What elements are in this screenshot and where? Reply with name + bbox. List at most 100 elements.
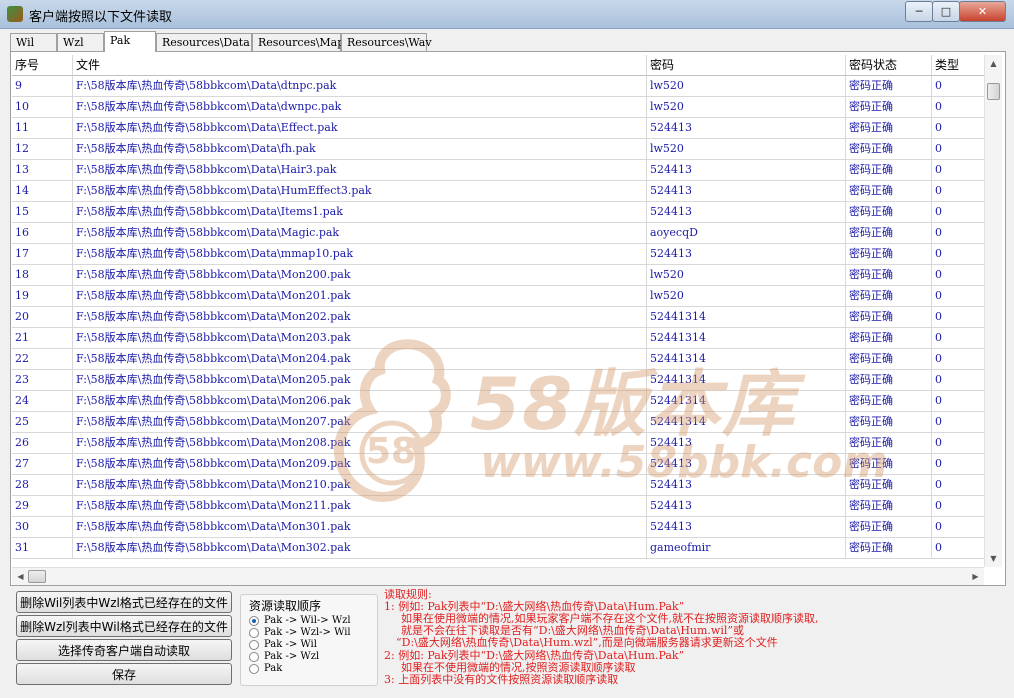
cell-file: F:\58版本库\热血传奇\58bbkcom\Data\Mon204.pak bbox=[73, 349, 647, 370]
table-row[interactable]: 18 F:\58版本库\热血传奇\58bbkcom\Data\Mon200.pak… bbox=[12, 265, 992, 286]
read-order-option-1[interactable]: Pak -> Wil-> Wzl bbox=[249, 615, 351, 627]
cell-type: 0 bbox=[932, 265, 992, 286]
cell-index: 24 bbox=[12, 391, 73, 412]
table-row[interactable]: 12 F:\58版本库\热血传奇\58bbkcom\Data\fh.pak lw52… bbox=[12, 139, 992, 160]
cell-password: 524413 bbox=[647, 202, 846, 223]
cell-type: 0 bbox=[932, 433, 992, 454]
read-order-option-3[interactable]: Pak -> Wil bbox=[249, 639, 317, 651]
table-row[interactable]: 19 F:\58版本库\热血传奇\58bbkcom\Data\Mon201.pak… bbox=[12, 286, 992, 307]
table-row[interactable]: 29 F:\58版本库\热血传奇\58bbkcom\Data\Mon211.pak… bbox=[12, 496, 992, 517]
vertical-scroll-thumb[interactable] bbox=[987, 83, 1000, 100]
table-row[interactable]: 27 F:\58版本库\热血传奇\58bbkcom\Data\Mon209.pak… bbox=[12, 454, 992, 475]
maximize-button[interactable]: □ bbox=[932, 1, 960, 22]
column-header-index[interactable]: 序号 bbox=[12, 55, 73, 76]
cell-password-status: 密码正确 bbox=[846, 412, 932, 433]
cell-index: 16 bbox=[12, 223, 73, 244]
table-row[interactable]: 24 F:\58版本库\热血传奇\58bbkcom\Data\Mon206.pak… bbox=[12, 391, 992, 412]
cell-type: 0 bbox=[932, 97, 992, 118]
table-row[interactable]: 26 F:\58版本库\热血传奇\58bbkcom\Data\Mon208.pak… bbox=[12, 433, 992, 454]
cell-file: F:\58版本库\热血传奇\58bbkcom\Data\Mon302.pak bbox=[73, 538, 647, 559]
horizontal-scroll-thumb[interactable] bbox=[28, 570, 46, 583]
scroll-up-icon[interactable]: ▲ bbox=[985, 55, 1002, 72]
cell-password-status: 密码正确 bbox=[846, 244, 932, 265]
table-row[interactable]: 23 F:\58版本库\热血传奇\58bbkcom\Data\Mon205.pak… bbox=[12, 370, 992, 391]
cell-password-status: 密码正确 bbox=[846, 517, 932, 538]
cell-password-status: 密码正确 bbox=[846, 265, 932, 286]
cell-type: 0 bbox=[932, 328, 992, 349]
table-row[interactable]: 13 F:\58版本库\热血传奇\58bbkcom\Data\Hair3.pak 5… bbox=[12, 160, 992, 181]
column-header-type[interactable]: 类型 bbox=[932, 55, 992, 76]
cell-type: 0 bbox=[932, 538, 992, 559]
cell-file: F:\58版本库\热血传奇\58bbkcom\Data\Mon211.pak bbox=[73, 496, 647, 517]
radio-icon[interactable] bbox=[249, 640, 259, 650]
read-order-option-2[interactable]: Pak -> Wzl-> Wil bbox=[249, 627, 351, 639]
cell-password: lw520 bbox=[647, 265, 846, 286]
cell-file: F:\58版本库\热血传奇\58bbkcom\Data\fh.pak bbox=[73, 139, 647, 160]
scroll-right-icon[interactable]: ▶ bbox=[967, 568, 984, 585]
tab-panel: 序号 文件 密码 密码状态 类型 9 F:\58版本库\热血传奇\58bbkcom… bbox=[10, 51, 1006, 586]
scroll-left-icon[interactable]: ◀ bbox=[12, 568, 29, 585]
radio-icon[interactable] bbox=[249, 652, 259, 662]
save-button[interactable]: 保存 bbox=[16, 663, 232, 685]
cell-file: F:\58版本库\热血传奇\58bbkcom\Data\Mon301.pak bbox=[73, 517, 647, 538]
table-row[interactable]: 11 F:\58版本库\热血传奇\58bbkcom\Data\Effect.pak… bbox=[12, 118, 992, 139]
cell-file: F:\58版本库\热血传奇\58bbkcom\Data\mmap10.pak bbox=[73, 244, 647, 265]
cell-password: lw520 bbox=[647, 76, 846, 97]
cell-file: F:\58版本库\热血传奇\58bbkcom\Data\Mon207.pak bbox=[73, 412, 647, 433]
vertical-scrollbar[interactable]: ▲ ▼ bbox=[984, 55, 1002, 567]
read-rules: 读取规则: 1: 例如: Pak列表中“D:\盛大网络\热血传奇\Data\Hu… bbox=[384, 589, 1004, 689]
scroll-down-icon[interactable]: ▼ bbox=[985, 550, 1002, 567]
table-row[interactable]: 28 F:\58版本库\热血传奇\58bbkcom\Data\Mon210.pak… bbox=[12, 475, 992, 496]
cell-file: F:\58版本库\热血传奇\58bbkcom\Data\Hair3.pak bbox=[73, 160, 647, 181]
cell-password: 524413 bbox=[647, 433, 846, 454]
table-row[interactable]: 16 F:\58版本库\热血传奇\58bbkcom\Data\Magic.pak a… bbox=[12, 223, 992, 244]
cell-password-status: 密码正确 bbox=[846, 223, 932, 244]
radio-icon[interactable] bbox=[249, 664, 259, 674]
cell-type: 0 bbox=[932, 391, 992, 412]
radio-icon[interactable] bbox=[249, 628, 259, 638]
table-row[interactable]: 22 F:\58版本库\热血传奇\58bbkcom\Data\Mon204.pak… bbox=[12, 349, 992, 370]
cell-password-status: 密码正确 bbox=[846, 139, 932, 160]
column-header-password[interactable]: 密码 bbox=[647, 55, 846, 76]
table-row[interactable]: 30 F:\58版本库\热血传奇\58bbkcom\Data\Mon301.pak… bbox=[12, 517, 992, 538]
cell-password-status: 密码正确 bbox=[846, 286, 932, 307]
cell-file: F:\58版本库\热血传奇\58bbkcom\Data\Items1.pak bbox=[73, 202, 647, 223]
cell-password-status: 密码正确 bbox=[846, 160, 932, 181]
cell-password-status: 密码正确 bbox=[846, 475, 932, 496]
cell-password-status: 密码正确 bbox=[846, 307, 932, 328]
table-row[interactable]: 10 F:\58版本库\热血传奇\58bbkcom\Data\dwnpc.pak l… bbox=[12, 97, 992, 118]
read-order-option-4[interactable]: Pak -> Wzl bbox=[249, 651, 319, 663]
table-row[interactable]: 31 F:\58版本库\热血传奇\58bbkcom\Data\Mon302.pak… bbox=[12, 538, 992, 559]
tab-resources-map[interactable]: Resources\Map bbox=[252, 33, 344, 51]
file-list[interactable]: 序号 文件 密码 密码状态 类型 9 F:\58版本库\热血传奇\58bbkcom… bbox=[12, 55, 992, 567]
tab-resources-wav[interactable]: Resources\Wav bbox=[341, 33, 432, 51]
cell-index: 21 bbox=[12, 328, 73, 349]
table-row[interactable]: 14 F:\58版本库\热血传奇\58bbkcom\Data\HumEffect3… bbox=[12, 181, 992, 202]
read-order-option-5[interactable]: Pak bbox=[249, 663, 282, 675]
column-header-file[interactable]: 文件 bbox=[73, 55, 647, 76]
tab-resources-data[interactable]: Resources\Data bbox=[156, 33, 252, 51]
table-row[interactable]: 17 F:\58版本库\热血传奇\58bbkcom\Data\mmap10.pak… bbox=[12, 244, 992, 265]
cell-password: 524413 bbox=[647, 496, 846, 517]
close-button[interactable]: ✕ bbox=[959, 1, 1006, 22]
delete-wil-duplicates-button[interactable]: 删除Wil列表中Wzl格式已经存在的文件 bbox=[16, 591, 232, 613]
tab-wzl[interactable]: Wzl bbox=[57, 33, 104, 51]
select-client-button[interactable]: 选择传奇客户端自动读取 bbox=[16, 639, 232, 661]
column-header-password-status[interactable]: 密码状态 bbox=[846, 55, 932, 76]
cell-type: 0 bbox=[932, 496, 992, 517]
tab-wil[interactable]: Wil bbox=[10, 33, 57, 51]
tab-pak[interactable]: Pak bbox=[104, 31, 156, 52]
horizontal-scrollbar[interactable]: ◀ ▶ bbox=[12, 567, 984, 585]
cell-type: 0 bbox=[932, 76, 992, 97]
minimize-button[interactable]: ─ bbox=[905, 1, 933, 22]
delete-wzl-duplicates-button[interactable]: 删除Wzl列表中Wil格式已经存在的文件 bbox=[16, 615, 232, 637]
table-row[interactable]: 21 F:\58版本库\热血传奇\58bbkcom\Data\Mon203.pak… bbox=[12, 328, 992, 349]
cell-password-status: 密码正确 bbox=[846, 370, 932, 391]
cell-index: 28 bbox=[12, 475, 73, 496]
table-row[interactable]: 15 F:\58版本库\热血传奇\58bbkcom\Data\Items1.pak… bbox=[12, 202, 992, 223]
radio-selected-icon[interactable] bbox=[249, 616, 259, 626]
rule-line: 3: 上面列表中没有的文件按照资源读取顺序读取 bbox=[384, 673, 619, 686]
table-row[interactable]: 25 F:\58版本库\热血传奇\58bbkcom\Data\Mon207.pak… bbox=[12, 412, 992, 433]
table-row[interactable]: 9 F:\58版本库\热血传奇\58bbkcom\Data\dtnpc.pak lw… bbox=[12, 76, 992, 97]
table-row[interactable]: 20 F:\58版本库\热血传奇\58bbkcom\Data\Mon202.pak… bbox=[12, 307, 992, 328]
